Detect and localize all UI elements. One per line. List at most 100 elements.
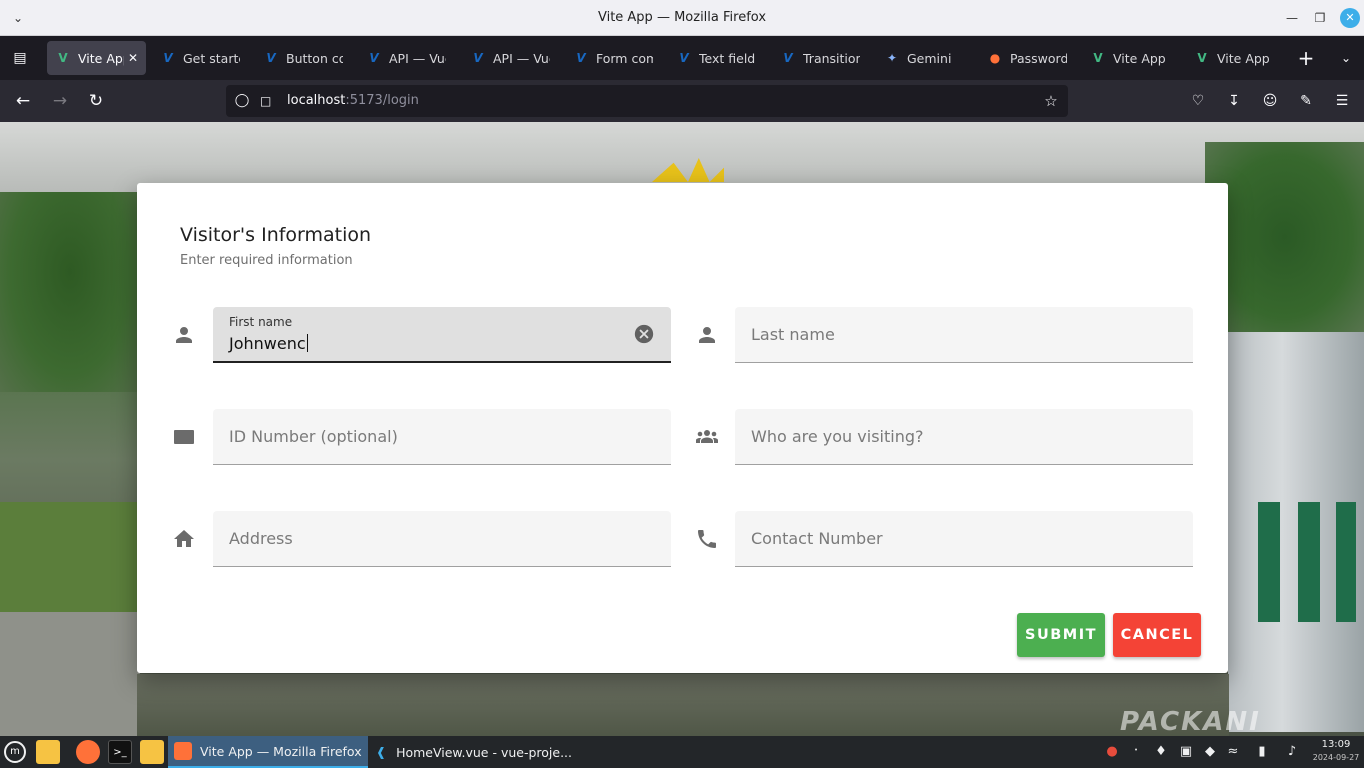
vuetify-icon: V: [266, 51, 276, 65]
clear-input-icon[interactable]: [633, 323, 655, 345]
window-titlebar: ⌄ Vite App — Mozilla Firefox — ❐ ✕: [0, 0, 1364, 36]
tab-button-component[interactable]: V Button comp: [255, 41, 351, 75]
page-info-icon[interactable]: □: [260, 92, 274, 110]
vuetify-icon: V: [783, 51, 793, 65]
bookmark-star-icon[interactable]: ☆: [1042, 92, 1060, 110]
vuetify-icon: V: [679, 51, 689, 65]
card-icon: [172, 425, 196, 449]
files-icon[interactable]: [36, 740, 60, 764]
taskbar-task-firefox[interactable]: Vite App — Mozilla Firefox: [168, 736, 368, 768]
tab-api-vue-1[interactable]: V API — Vue: [358, 41, 454, 75]
url-text[interactable]: localhost:5173/login: [287, 85, 419, 117]
close-window-button[interactable]: ✕: [1340, 8, 1360, 28]
tab-vite-app-3[interactable]: V Vite App: [1186, 41, 1282, 75]
clipboard-icon[interactable]: ▣: [1176, 742, 1196, 762]
contact-number-field[interactable]: Contact Number: [735, 511, 1193, 567]
extensions-icon[interactable]: ✎: [1294, 89, 1318, 113]
restore-button[interactable]: ❐: [1310, 8, 1330, 28]
reload-icon[interactable]: ↻: [83, 88, 109, 114]
tab-password[interactable]: ● Password: [979, 41, 1075, 75]
background-building: [1228, 332, 1364, 732]
screen-record-icon[interactable]: ●: [1102, 742, 1122, 762]
dialog-subtitle: Enter required information: [180, 253, 353, 268]
vuetify-icon: V: [163, 51, 173, 65]
tab-bar: ▤ V Vite App ✕ V Get started V Button co…: [0, 36, 1364, 80]
hamburger-menu-icon[interactable]: ☰: [1330, 89, 1354, 113]
system-clock[interactable]: 13:09 2024-09-27: [1310, 738, 1362, 764]
firefox-icon: [174, 742, 192, 760]
group-icon: [695, 425, 719, 449]
background-plaza: [137, 674, 1229, 736]
close-tab-icon[interactable]: ✕: [128, 51, 138, 65]
gemini-icon: ✦: [886, 51, 898, 65]
visiting-placeholder: Who are you visiting?: [751, 427, 924, 446]
address-placeholder: Address: [229, 529, 293, 548]
background-road: [0, 612, 140, 736]
visitor-info-dialog: Visitor's Information Enter required inf…: [137, 183, 1228, 673]
tab-gemini[interactable]: ✦ Gemini: [876, 41, 972, 75]
person-icon: [172, 323, 196, 347]
pocket-icon[interactable]: ♡: [1186, 89, 1210, 113]
dialog-title: Visitor's Information: [180, 224, 372, 246]
folder-icon[interactable]: [140, 740, 164, 764]
last-name-field[interactable]: Last name: [735, 307, 1193, 363]
terminal-icon[interactable]: >_: [108, 740, 132, 764]
contact-number-placeholder: Contact Number: [751, 529, 883, 548]
bluetooth-icon[interactable]: ᛫: [1126, 742, 1146, 762]
vue-icon: V: [1197, 51, 1207, 65]
tab-transition[interactable]: V Transition: [772, 41, 868, 75]
vuetify-icon: V: [576, 51, 586, 65]
vuetify-icon: V: [473, 51, 483, 65]
background-watermark: PACKANI: [1120, 707, 1261, 736]
background-field: [0, 502, 140, 612]
last-name-placeholder: Last name: [751, 325, 835, 344]
tab-form-component[interactable]: V Form comp: [565, 41, 661, 75]
address-field[interactable]: Address: [213, 511, 671, 567]
vue-icon: V: [58, 51, 68, 65]
phone-icon: [695, 527, 719, 551]
shield-update-icon[interactable]: ◆: [1200, 742, 1220, 762]
app-launcher-icon[interactable]: m: [4, 741, 26, 763]
vue-icon: V: [1093, 51, 1103, 65]
taskbar-task-vscode[interactable]: ❰ HomeView.vue - vue-proje...: [368, 736, 578, 768]
forward-arrow-icon[interactable]: →: [47, 88, 73, 114]
list-all-tabs-chevron-icon[interactable]: ⌄: [1334, 46, 1358, 70]
volume-icon[interactable]: ♪: [1282, 742, 1302, 762]
system-taskbar: m >_ Vite App — Mozilla Firefox ❰ HomeVi…: [0, 736, 1364, 768]
background-trees-left: [0, 192, 140, 392]
firefox-launcher-icon[interactable]: [76, 740, 100, 764]
vuetify-icon: V: [369, 51, 379, 65]
url-bar[interactable]: ◯ □ localhost:5173/login ☆: [226, 85, 1068, 117]
tab-api-vue-2[interactable]: V API — Vue: [462, 41, 558, 75]
back-arrow-icon[interactable]: ←: [10, 88, 36, 114]
new-tab-plus-icon[interactable]: +: [1294, 46, 1318, 70]
cancel-button[interactable]: CANCEL: [1113, 613, 1201, 657]
clock-time: 13:09: [1321, 739, 1351, 750]
first-name-field[interactable]: First name Johnwenc: [213, 307, 671, 363]
tab-vite-app-2[interactable]: V Vite App: [1082, 41, 1178, 75]
tab-get-started[interactable]: V Get started: [152, 41, 248, 75]
navigation-bar: ← → ↻ ◯ □ localhost:5173/login ☆ ♡ ↧ ☺ ✎…: [0, 80, 1364, 122]
downloads-icon[interactable]: ↧: [1222, 89, 1246, 113]
battery-icon[interactable]: ▮: [1252, 742, 1272, 762]
person-icon: [695, 323, 719, 347]
visiting-field[interactable]: Who are you visiting?: [735, 409, 1193, 465]
submit-button[interactable]: SUBMIT: [1017, 613, 1105, 657]
account-icon[interactable]: ☺: [1258, 89, 1282, 113]
background-trees-right: [1205, 142, 1364, 332]
firefox-view-icon[interactable]: ▤: [8, 46, 32, 70]
home-icon: [172, 527, 196, 551]
first-name-value[interactable]: Johnwenc: [229, 334, 308, 353]
id-number-field[interactable]: ID Number (optional): [213, 409, 671, 465]
clock-date: 2024-09-27: [1312, 753, 1360, 762]
minimize-button[interactable]: —: [1282, 8, 1302, 28]
wifi-icon[interactable]: ≈: [1223, 742, 1243, 762]
window-title: Vite App — Mozilla Firefox: [597, 10, 767, 25]
vscode-icon: ❰: [376, 745, 387, 759]
notifications-bell-icon[interactable]: ♦: [1151, 742, 1171, 762]
tab-text-field[interactable]: V Text field: [668, 41, 764, 75]
tracking-protection-shield-icon[interactable]: ◯: [234, 92, 250, 110]
tab-vite-app-active[interactable]: V Vite App ✕: [47, 41, 146, 75]
id-number-placeholder: ID Number (optional): [229, 427, 398, 446]
firefox-icon: ●: [989, 51, 1001, 65]
